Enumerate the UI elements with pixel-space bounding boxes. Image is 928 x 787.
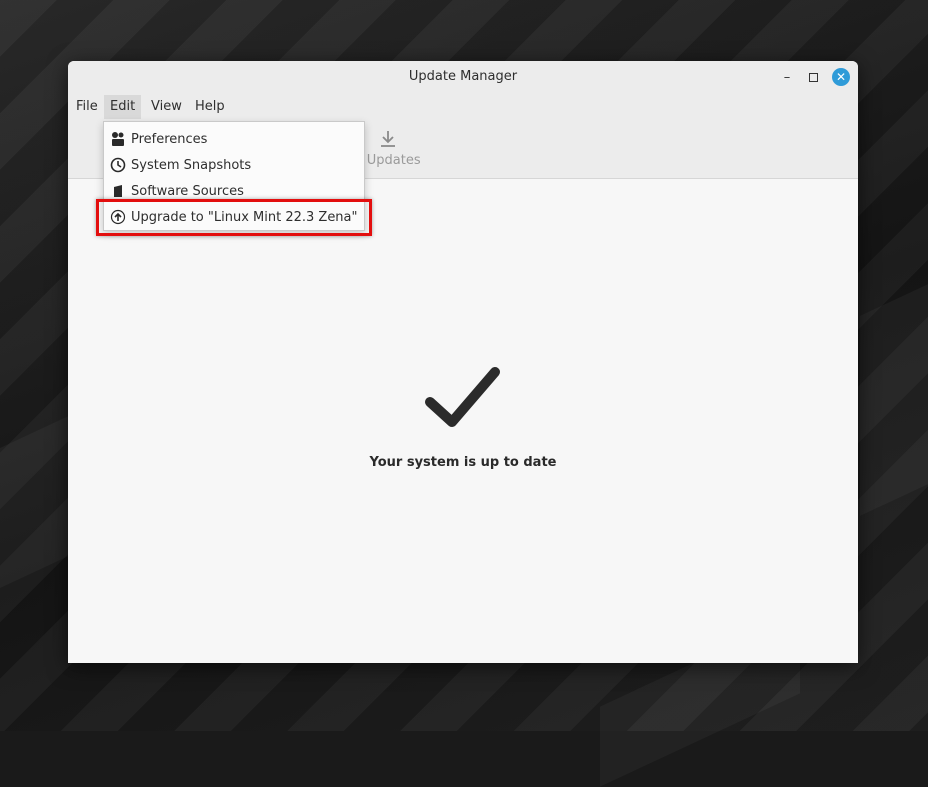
maximize-button[interactable] [804,68,822,86]
menu-item-preferences[interactable]: Preferences [104,126,364,152]
maximize-icon [808,72,818,82]
menu-file[interactable]: File [70,95,104,119]
menu-item-system-snapshots[interactable]: System Snapshots [104,152,364,178]
close-button[interactable]: ✕ [832,68,850,86]
menu-view[interactable]: View [145,95,188,119]
close-icon: ✕ [835,70,847,84]
menu-help[interactable]: Help [189,95,231,119]
preferences-icon [109,130,127,148]
menu-item-label: Software Sources [131,183,244,199]
menu-item-label: Preferences [131,131,208,147]
package-icon [109,182,127,200]
menu-edit[interactable]: Edit [104,95,142,119]
background-tile [860,284,928,516]
window-title: Update Manager [408,69,518,84]
upgrade-highlight-box [96,199,372,236]
minimize-button[interactable]: – [778,68,796,86]
menu-bar: File Edit View Help [68,93,858,121]
checkmark-icon [425,367,500,427]
menu-item-label: System Snapshots [131,157,252,173]
main-content: Your system is up to date [68,179,858,663]
title-bar[interactable]: Update Manager – ✕ [68,61,858,93]
clock-icon [109,156,127,174]
status-message: Your system is up to date [369,455,557,470]
minimize-icon: – [783,69,791,85]
